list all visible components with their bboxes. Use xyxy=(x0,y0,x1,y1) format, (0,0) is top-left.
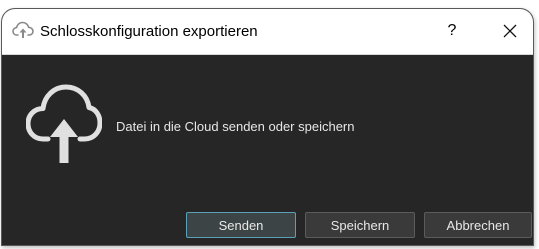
export-dialog: Schlosskonfiguration exportieren ? Datei… xyxy=(1,8,534,246)
send-button[interactable]: Senden xyxy=(186,212,296,238)
cancel-button[interactable]: Abbrechen xyxy=(424,212,532,238)
window-title: Schlosskonfiguration exportieren xyxy=(40,23,258,40)
help-button[interactable]: ? xyxy=(438,17,466,45)
save-button[interactable]: Speichern xyxy=(305,212,415,238)
close-icon xyxy=(496,24,524,49)
title-bar[interactable]: Schlosskonfiguration exportieren ? xyxy=(2,9,533,55)
close-button[interactable] xyxy=(496,17,524,45)
cloud-upload-icon xyxy=(25,79,103,165)
message-text: Datei in die Cloud senden oder speichern xyxy=(116,119,355,134)
cloud-upload-icon xyxy=(12,21,34,39)
